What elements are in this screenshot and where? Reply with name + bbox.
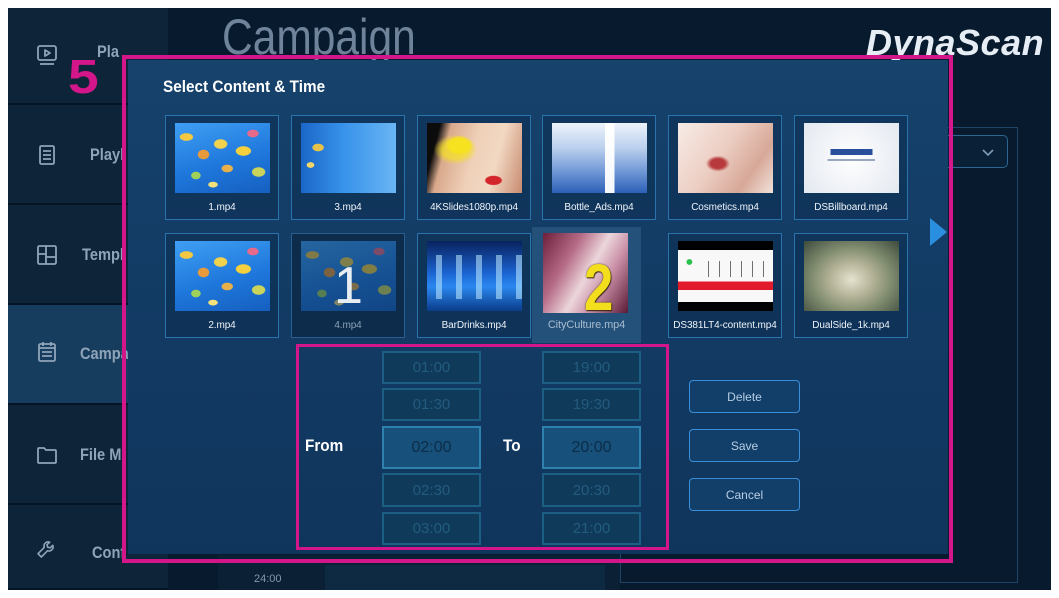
template-icon [35, 243, 59, 267]
sidebar-item-label: Conf [92, 543, 126, 562]
annotation-step-marker: 5 [68, 51, 99, 104]
content-filename: Cosmetics.mp4 [691, 202, 759, 213]
to-time-selected[interactable]: 20:00 [542, 426, 641, 469]
folder-icon [35, 443, 59, 467]
campaign-icon [35, 340, 59, 364]
thumbnail-image [175, 123, 270, 193]
from-time-selected[interactable]: 02:00 [382, 426, 481, 469]
to-time-option[interactable]: 21:00 [542, 512, 641, 545]
sidebar-item-label: File M [80, 445, 122, 464]
thumbnail-image [427, 123, 522, 193]
content-filename: DS381LT4-content.mp4 [673, 320, 777, 331]
content-tile[interactable]: 3.mp4 [291, 115, 405, 220]
content-filename: DSBillboard.mp4 [814, 202, 888, 213]
thumbnail-image [804, 241, 899, 311]
playlist-icon [35, 143, 59, 167]
to-time-option[interactable]: 19:30 [542, 388, 641, 421]
sidebar-item-label: Campa [80, 344, 129, 363]
content-filename: DualSide_1k.mp4 [812, 320, 890, 331]
dialog-title: Select Content & Time [163, 77, 326, 96]
thumbnail-image [678, 241, 773, 311]
from-time-option[interactable]: 01:00 [382, 351, 481, 384]
chevron-down-icon [980, 144, 996, 160]
sidebar-item-label: Pla [97, 42, 119, 61]
thumbnail-image [552, 123, 647, 193]
content-filename: 2.mp4 [208, 320, 236, 331]
device-screen: Pla Playl Templ Campa File M Conf Campai… [8, 8, 1051, 590]
content-tile-dimmed[interactable]: 1 4.mp4 [291, 233, 405, 338]
content-filename: 4.mp4 [334, 320, 362, 331]
select-content-dialog: Select Content & Time 1.mp4 3.mp4 4KSlid… [128, 60, 948, 554]
chevron-right-icon[interactable] [928, 217, 948, 247]
content-tile-focused[interactable]: 2 CityCulture.mp4 [532, 227, 641, 343]
play-screen-icon [35, 43, 59, 67]
content-tile[interactable]: 4KSlides1080p.mp4 [417, 115, 531, 220]
cancel-button[interactable]: Cancel [689, 478, 800, 511]
sidebar-item-label: Playl [90, 145, 125, 164]
content-filename: BarDrinks.mp4 [441, 320, 507, 331]
content-filename: Bottle_Ads.mp4 [564, 202, 634, 213]
from-time-option[interactable]: 02:30 [382, 473, 481, 507]
content-tile[interactable]: 1.mp4 [165, 115, 279, 220]
content-tile[interactable]: Cosmetics.mp4 [668, 115, 782, 220]
from-time-option[interactable]: 03:00 [382, 512, 481, 545]
thumbnail-image [301, 123, 396, 193]
annotation-marker-1: 1 [334, 257, 363, 315]
delete-button[interactable]: Delete [689, 380, 800, 413]
thumbnail-image [427, 241, 522, 311]
content-tile[interactable]: BarDrinks.mp4 [417, 233, 531, 338]
timeline-bar[interactable] [325, 565, 605, 590]
content-filename: 3.mp4 [334, 202, 362, 213]
to-time-option[interactable]: 20:30 [542, 473, 641, 507]
to-label: To [503, 436, 521, 455]
content-tile[interactable]: Bottle_Ads.mp4 [542, 115, 656, 220]
thumbnail-image: 2 [543, 233, 628, 313]
content-tile[interactable]: DS381LT4-content.mp4 [668, 233, 782, 338]
brand-logo: DynaScan [866, 22, 1045, 63]
from-label: From [305, 436, 344, 455]
wrench-icon [35, 536, 59, 560]
thumbnail-image [175, 241, 270, 311]
content-tile[interactable]: 2.mp4 [165, 233, 279, 338]
timeline-strip: 24:00 [218, 555, 620, 590]
content-tile[interactable]: DualSide_1k.mp4 [794, 233, 908, 338]
page-title: Campaign [222, 9, 416, 65]
to-time-option[interactable]: 19:00 [542, 351, 641, 384]
from-time-option[interactable]: 01:30 [382, 388, 481, 421]
thumbnail-image [678, 123, 773, 193]
sidebar-item-label: Templ [82, 245, 124, 264]
content-filename: CityCulture.mp4 [547, 319, 626, 331]
thumbnail-image [804, 123, 899, 193]
save-button[interactable]: Save [689, 429, 800, 462]
content-tile[interactable]: DSBillboard.mp4 [794, 115, 908, 220]
annotation-marker-2: 2 [584, 250, 614, 313]
content-filename: 4KSlides1080p.mp4 [430, 202, 518, 213]
content-filename: 1.mp4 [208, 202, 236, 213]
timeline-end-label: 24:00 [254, 573, 282, 585]
